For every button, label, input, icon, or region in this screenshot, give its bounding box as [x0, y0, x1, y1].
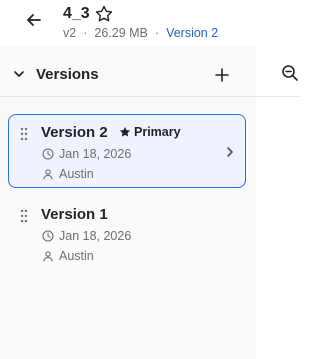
version-name: Version 1 — [41, 206, 108, 223]
clock-icon — [42, 148, 54, 160]
version-tag: v2 — [63, 26, 77, 40]
meta-separator: · — [154, 26, 160, 40]
plus-icon[interactable] — [213, 66, 231, 84]
star-filled-icon — [119, 126, 131, 137]
file-title: 4_3 — [63, 5, 90, 22]
drag-handle-icon[interactable] — [20, 127, 28, 141]
version-author: Austin — [59, 249, 94, 263]
preview-pane — [256, 46, 300, 359]
version-author-row: Austin — [42, 249, 94, 263]
version-date: Jan 18, 2026 — [59, 147, 132, 161]
user-icon — [43, 251, 53, 262]
version-date-row: Jan 18, 2026 — [42, 229, 131, 243]
primary-badge: Primary — [119, 125, 181, 139]
version-author: Austin — [59, 167, 94, 181]
chevron-down-icon[interactable] — [12, 67, 26, 81]
file-header: 4_3 v2 · 26.29 MB · Version 2 — [0, 0, 300, 46]
chevron-right-icon[interactable] — [224, 145, 236, 159]
back-arrow-icon[interactable] — [24, 10, 44, 30]
file-size: 26.29 MB — [94, 26, 148, 40]
zoom-out-icon[interactable] — [281, 64, 299, 82]
version-name: Version 2 — [41, 124, 108, 141]
primary-badge-label: Primary — [134, 125, 181, 139]
drag-handle-icon[interactable] — [20, 209, 28, 223]
toolbar-divider — [256, 96, 300, 97]
version-date-row: Jan 18, 2026 — [42, 147, 131, 161]
versions-panel-header: Versions — [0, 46, 256, 97]
current-version-link[interactable]: Version 2 — [166, 26, 218, 40]
versions-title: Versions — [36, 66, 99, 83]
version-author-row: Austin — [42, 167, 94, 181]
file-meta: v2 · 26.29 MB · Version 2 — [63, 26, 218, 40]
version-date: Jan 18, 2026 — [59, 229, 132, 243]
clock-icon — [42, 230, 54, 242]
star-outline-icon[interactable] — [94, 4, 114, 24]
version-card-1[interactable]: Version 1 Jan 18, 2026 Austin — [8, 196, 246, 270]
user-icon — [43, 169, 53, 180]
version-card-2[interactable]: Version 2 Primary Jan 18, 2026 Austin — [8, 114, 246, 188]
meta-separator: · — [83, 26, 88, 40]
versions-panel: Versions Version 2 Primary Jan 18, 2026 — [0, 46, 256, 359]
